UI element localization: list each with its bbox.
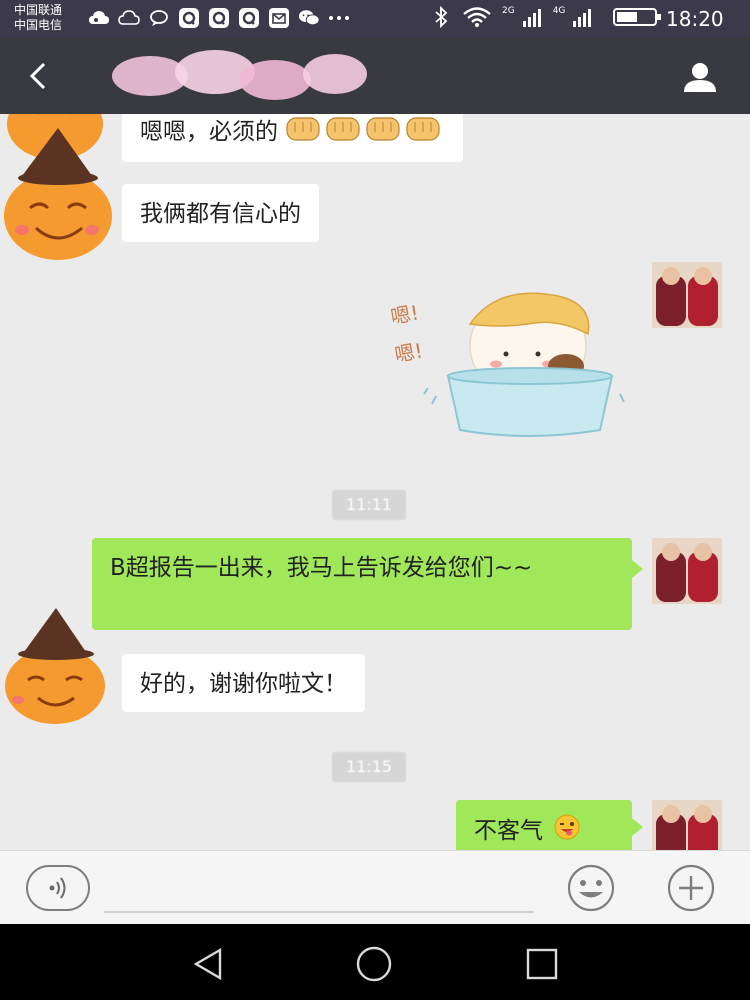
battery-icon [613, 6, 663, 28]
wechat-icon [298, 7, 320, 29]
qq-icon [238, 7, 260, 29]
chat-bubble-icon [148, 7, 170, 29]
network-tag-1: 2G [502, 5, 515, 16]
wink-tongue-emoji [554, 814, 580, 849]
input-bar [0, 850, 750, 924]
message-bubble-incoming[interactable]: 我俩都有信心的 [122, 184, 319, 242]
message-text: 我俩都有信心的 [140, 201, 301, 227]
contact-avatar[interactable] [0, 604, 110, 724]
sticker-image: 嗯! 嗯! [389, 292, 625, 437]
contact-name[interactable] [112, 52, 368, 100]
plus-icon[interactable] [658, 863, 724, 913]
bubble-tail [632, 818, 643, 836]
message-bubble-incoming[interactable]: 好的，谢谢你啦文！ [122, 654, 365, 712]
message-bubble-outgoing[interactable]: 不客气 [456, 800, 632, 850]
nav-recent-icon[interactable] [520, 942, 564, 986]
contact-avatar[interactable] [0, 124, 120, 264]
network-tag-2: 4G [552, 5, 566, 16]
notification-icons [88, 7, 350, 29]
timestamp-chip: 11:11 [332, 490, 407, 520]
more-dots-icon [328, 7, 350, 29]
chat-message-list[interactable]: 嗯嗯，必须的 我俩都有信心的 嗯! 嗯! 11:11 B超报告一出来，我马上告诉… [0, 114, 750, 850]
message-text: B超报告一出来，我马上告诉发给您们~~ [110, 555, 533, 581]
my-avatar[interactable] [652, 800, 722, 850]
qq-icon [178, 7, 200, 29]
smiley-icon[interactable] [558, 863, 624, 913]
system-icons: 2G 4G [430, 6, 663, 28]
message-bubble-outgoing[interactable]: B超报告一出来，我马上告诉发给您们~~ [92, 538, 632, 630]
nav-back-icon[interactable] [186, 944, 230, 984]
person-icon[interactable] [676, 58, 724, 98]
sticker-text-2: 嗯! [393, 338, 425, 367]
mail-icon [268, 7, 290, 29]
carrier-1: 中国联通 [14, 3, 63, 17]
weather-icon [118, 7, 140, 29]
nav-home-icon[interactable] [352, 942, 396, 986]
my-avatar[interactable] [652, 538, 722, 604]
message-bubble-incoming[interactable]: 嗯嗯，必须的 [122, 114, 464, 162]
message-text: 嗯嗯，必须的 [140, 119, 278, 145]
bluetooth-icon [430, 6, 452, 28]
message-text: 好的，谢谢你啦文！ [140, 671, 347, 697]
timestamp-chip: 11:15 [332, 752, 407, 782]
sticker-message[interactable]: 嗯! 嗯! [388, 284, 638, 444]
wifi-icon [462, 6, 492, 28]
back-arrow-icon[interactable] [20, 58, 60, 94]
chat-header [0, 38, 750, 114]
bubble-tail [632, 560, 643, 578]
carrier-2: 中国电信 [14, 18, 63, 32]
fist-emoji [285, 114, 445, 151]
carrier-labels: 中国联通 中国电信 [14, 3, 62, 33]
system-nav-bar [0, 924, 750, 1000]
qq-icon [208, 7, 230, 29]
voice-icon[interactable] [26, 865, 90, 911]
sticker-text-1: 嗯! [389, 300, 421, 329]
my-avatar[interactable] [652, 262, 722, 328]
message-input[interactable] [104, 911, 534, 913]
clock: 18:20 [666, 7, 724, 31]
message-text: 不客气 [474, 818, 543, 844]
signal-icon [521, 6, 543, 28]
signal-icon [571, 6, 593, 28]
cloud-icon [88, 7, 110, 29]
status-bar: 中国联通 中国电信 2G 4G 18:20 [0, 0, 750, 38]
